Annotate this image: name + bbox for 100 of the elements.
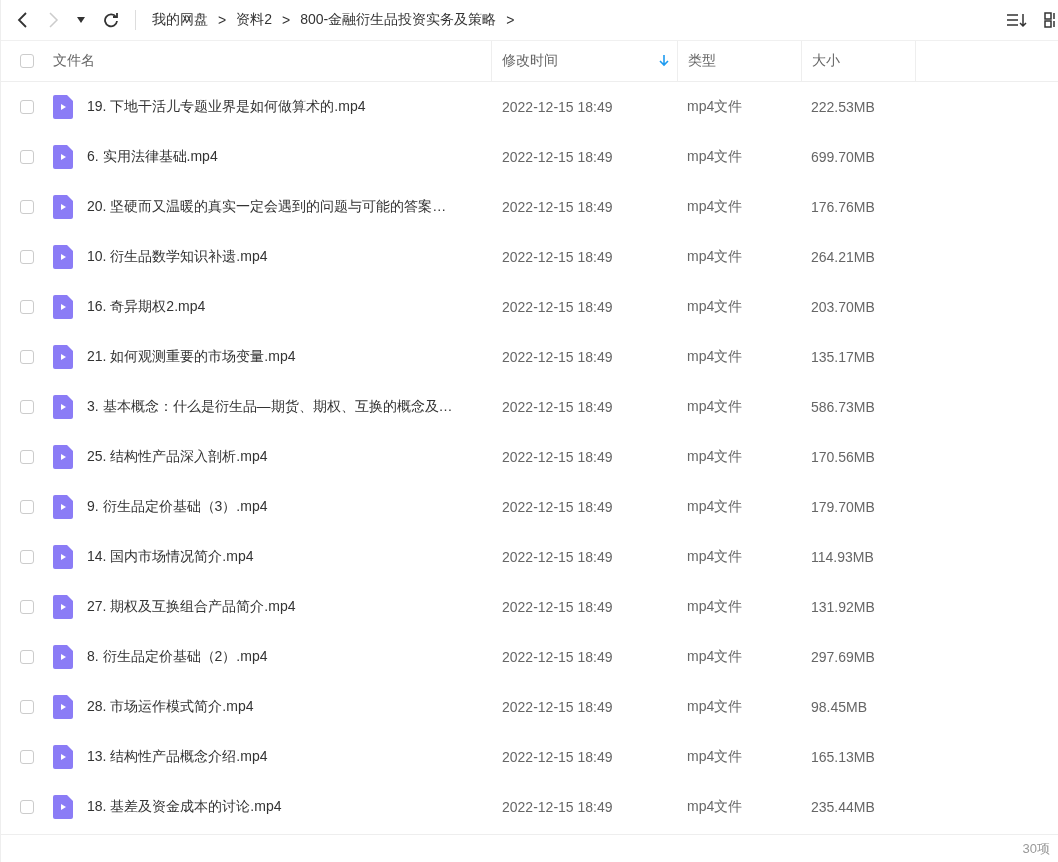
row-checkbox[interactable]: [20, 650, 34, 664]
column-header[interactable]: 大小: [812, 52, 840, 70]
modified-time: 2022-12-15 18:49: [502, 199, 613, 215]
file-type: mp4文件: [687, 798, 743, 814]
column-header[interactable]: 修改时间: [502, 52, 669, 70]
breadcrumb-link[interactable]: 资料2: [236, 11, 272, 29]
modified-time: 2022-12-15 18:49: [502, 399, 613, 415]
refresh-button[interactable]: [101, 10, 121, 30]
file-size: 297.69MB: [811, 649, 875, 665]
file-name[interactable]: 14. 国内市场情况简介.mp4: [87, 548, 254, 566]
breadcrumb-separator: >: [506, 12, 515, 28]
file-name[interactable]: 25. 结构性产品深入剖析.mp4: [87, 448, 268, 466]
file-type: mp4文件: [687, 748, 743, 764]
row-checkbox[interactable]: [20, 150, 34, 164]
row-checkbox[interactable]: [20, 350, 34, 364]
modified-time: 2022-12-15 18:49: [502, 649, 613, 665]
file-size: 131.92MB: [811, 599, 875, 615]
modified-time: 2022-12-15 18:49: [502, 349, 613, 365]
modified-time: 2022-12-15 18:49: [502, 249, 613, 265]
file-name[interactable]: 21. 如何观测重要的市场变量.mp4: [87, 348, 296, 366]
file-size: 114.93MB: [811, 549, 874, 565]
file-name[interactable]: 6. 实用法律基础.mp4: [87, 148, 218, 166]
modified-time: 2022-12-15 18:49: [502, 299, 613, 315]
file-type: mp4文件: [687, 198, 743, 214]
file-size: 98.45MB: [811, 699, 868, 715]
video-file-icon: [53, 295, 73, 319]
file-name[interactable]: 16. 奇异期权2.mp4: [87, 298, 206, 316]
row-checkbox[interactable]: [20, 100, 34, 114]
file-name[interactable]: 27. 期权及互换组合产品简介.mp4: [87, 598, 296, 616]
row-checkbox[interactable]: [20, 750, 34, 764]
column-header[interactable]: 类型: [688, 52, 716, 70]
file-name[interactable]: 20. 坚硬而又温暖的真实一定会遇到的问题与可能的答案…: [87, 198, 447, 216]
modified-time: 2022-12-15 18:49: [502, 449, 613, 465]
file-type: mp4文件: [687, 598, 743, 614]
row-checkbox[interactable]: [20, 500, 34, 514]
breadcrumb-separator: >: [218, 12, 227, 28]
file-type: mp4文件: [687, 298, 743, 314]
sort-arrow-icon: [659, 55, 669, 67]
grid-view-icon[interactable]: [1042, 10, 1058, 30]
file-name[interactable]: 13. 结构性产品概念介绍.mp4: [87, 748, 268, 766]
file-type: mp4文件: [687, 148, 743, 164]
video-file-icon: [53, 645, 73, 669]
file-name[interactable]: 8. 衍生品定价基础（2）.mp4: [87, 648, 268, 666]
file-size: 135.17MB: [811, 349, 875, 365]
video-file-icon: [53, 595, 73, 619]
video-file-icon: [53, 245, 73, 269]
modified-time: 2022-12-15 18:49: [502, 749, 613, 765]
row-checkbox[interactable]: [20, 450, 34, 464]
file-type: mp4文件: [687, 348, 743, 364]
modified-time: 2022-12-15 18:49: [502, 499, 613, 515]
file-size: 699.70MB: [811, 149, 875, 165]
breadcrumb-link[interactable]: 我的网盘: [152, 11, 208, 29]
row-checkbox[interactable]: [20, 550, 34, 564]
column-header[interactable]: 文件名: [53, 52, 95, 70]
file-type: mp4文件: [687, 648, 743, 664]
file-type: mp4文件: [687, 498, 743, 514]
modified-time: 2022-12-15 18:49: [502, 549, 613, 565]
video-file-icon: [53, 745, 73, 769]
file-name[interactable]: 3. 基本概念：什么是衍生品—期货、期权、互换的概念及…: [87, 398, 453, 416]
video-file-icon: [53, 695, 73, 719]
modified-time: 2022-12-15 18:49: [502, 99, 613, 115]
file-name[interactable]: 28. 市场运作模式简介.mp4: [87, 698, 254, 716]
file-size: 179.70MB: [811, 499, 875, 515]
row-checkbox[interactable]: [20, 600, 34, 614]
breadcrumb-separator: >: [282, 12, 291, 28]
file-type: mp4文件: [687, 398, 743, 414]
file-size: 165.13MB: [811, 749, 875, 765]
video-file-icon: [53, 545, 73, 569]
video-file-icon: [53, 445, 73, 469]
video-file-icon: [53, 95, 73, 119]
row-checkbox[interactable]: [20, 700, 34, 714]
select-all-checkbox[interactable]: [20, 54, 34, 68]
row-checkbox[interactable]: [20, 300, 34, 314]
row-checkbox[interactable]: [20, 400, 34, 414]
row-checkbox[interactable]: [20, 200, 34, 214]
item-count: 30项: [1022, 840, 1050, 858]
modified-time: 2022-12-15 18:49: [502, 799, 613, 815]
file-size: 235.44MB: [811, 799, 875, 815]
row-checkbox[interactable]: [20, 250, 34, 264]
file-name[interactable]: 19. 下地干活儿专题业界是如何做算术的.mp4: [87, 98, 366, 116]
file-size: 170.56MB: [811, 449, 875, 465]
video-file-icon: [53, 145, 73, 169]
file-size: 586.73MB: [811, 399, 875, 415]
row-checkbox[interactable]: [20, 800, 34, 814]
modified-time: 2022-12-15 18:49: [502, 599, 613, 615]
file-type: mp4文件: [687, 698, 743, 714]
video-file-icon: [53, 195, 73, 219]
file-name[interactable]: 10. 衍生品数学知识补遗.mp4: [87, 248, 268, 266]
file-name[interactable]: 18. 基差及资金成本的讨论.mp4: [87, 798, 282, 816]
file-name[interactable]: 9. 衍生品定价基础（3）.mp4: [87, 498, 268, 516]
breadcrumb-link[interactable]: 800-金融衍生品投资实务及策略: [300, 11, 497, 29]
modified-time: 2022-12-15 18:49: [502, 699, 613, 715]
dropdown-button[interactable]: [75, 15, 87, 25]
file-size: 203.70MB: [811, 299, 875, 315]
modified-time: 2022-12-15 18:49: [502, 149, 613, 165]
video-file-icon: [53, 345, 73, 369]
file-size: 176.76MB: [811, 199, 875, 215]
video-file-icon: [53, 795, 73, 819]
file-type: mp4文件: [687, 98, 743, 114]
file-size: 222.53MB: [811, 99, 875, 115]
